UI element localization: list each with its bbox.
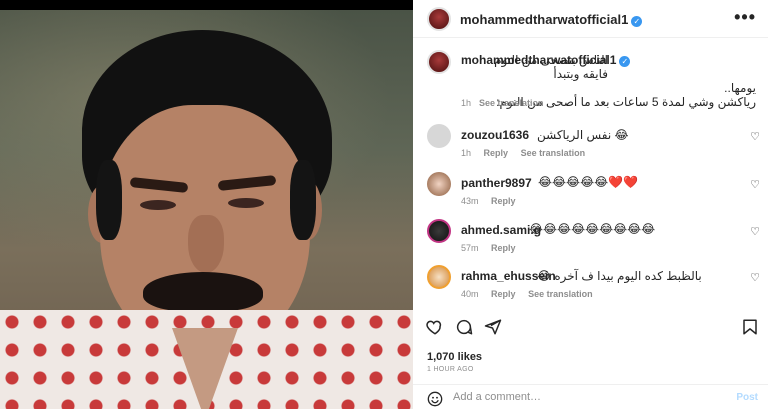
- share-icon[interactable]: [484, 318, 502, 336]
- action-bar: [413, 318, 768, 342]
- comment-heart-icon[interactable]: ♡: [750, 178, 760, 191]
- comment-item: ahmed.sami.g 😂😂😂😂😂😂😂😂😂 ♡ 57m Reply: [413, 219, 768, 265]
- comment-item: zouzou1636 نفس الرياكشن 😂 ♡ 1h Reply See…: [413, 124, 768, 170]
- comment-time: 1h: [461, 148, 472, 158]
- comment-icon[interactable]: [455, 318, 473, 336]
- post-button[interactable]: Post: [736, 392, 758, 403]
- comment-avatar[interactable]: [427, 172, 451, 196]
- photo-sideburn-left: [96, 160, 122, 240]
- post-media: [0, 0, 413, 409]
- photo-mustache: [143, 272, 263, 312]
- comment-username[interactable]: zouzou1636: [461, 128, 529, 142]
- comment-meta: 40m Reply See translation: [461, 289, 603, 299]
- photo-eye-right: [228, 198, 264, 208]
- caption-time: 1h: [461, 98, 472, 108]
- comment-meta: 1h Reply See translation: [461, 148, 595, 158]
- photo-eye-left: [140, 200, 176, 210]
- comment-heart-icon[interactable]: ♡: [750, 130, 760, 143]
- comment-input[interactable]: [453, 391, 713, 403]
- bookmark-icon[interactable]: [741, 318, 759, 336]
- photo-sideburn-right: [290, 160, 316, 240]
- post-side-panel: mohammedtharwatofficial1 ✓ ••• mohammedth…: [413, 0, 768, 409]
- likes-count[interactable]: 1,070 likes: [427, 351, 482, 363]
- photo-nose: [188, 215, 224, 273]
- see-translation-link[interactable]: See translation: [479, 98, 544, 108]
- add-comment-bar: Post: [413, 384, 768, 409]
- comment-text: بالظبط كده اليوم بيدا ف آخره 😂: [537, 269, 702, 283]
- verified-badge-icon: ✓: [631, 16, 643, 27]
- instagram-post-view: mohammedtharwatofficial1 ✓ ••• mohammedth…: [0, 0, 768, 409]
- comment-item: rahma_ehussein بالظبط كده اليوم بيدا ف آ…: [413, 265, 768, 311]
- reply-button[interactable]: Reply: [491, 243, 516, 253]
- comment-avatar[interactable]: [427, 265, 451, 289]
- header-username[interactable]: mohammedtharwatofficial1 ✓: [460, 12, 643, 27]
- smile-icon[interactable]: [427, 391, 443, 407]
- comment-heart-icon[interactable]: ♡: [750, 225, 760, 238]
- caption-line-1: الناس بتصحى من النوم فايقه وبتبدأ: [494, 53, 608, 81]
- see-translation-link[interactable]: See translation: [528, 289, 593, 299]
- reply-button[interactable]: Reply: [484, 148, 509, 158]
- post-header: mohammedtharwatofficial1 ✓ •••: [413, 0, 768, 38]
- comment-avatar[interactable]: [427, 124, 451, 148]
- caption-meta: 1h See translation: [461, 98, 544, 108]
- comment-text: 😂😂😂😂😂😂😂😂😂: [529, 222, 656, 236]
- post-time: 1 HOUR AGO: [427, 366, 474, 373]
- comment-meta: 43m Reply: [461, 196, 526, 206]
- see-translation-link[interactable]: See translation: [521, 148, 586, 158]
- heart-icon[interactable]: [426, 318, 444, 336]
- comment-text: نفس الرياكشن 😂: [537, 128, 629, 142]
- reply-button[interactable]: Reply: [491, 196, 516, 206]
- header-avatar[interactable]: [427, 7, 451, 31]
- post-photo[interactable]: [0, 10, 413, 409]
- comment-heart-icon[interactable]: ♡: [750, 271, 760, 284]
- header-username-text[interactable]: mohammedtharwatofficial1: [460, 12, 628, 27]
- comment-meta: 57m Reply: [461, 243, 526, 253]
- comment-text: 😂😂😂😂😂❤️❤️: [538, 175, 638, 189]
- caption-avatar[interactable]: [427, 50, 451, 74]
- caption-line-2: يومها..: [724, 81, 756, 95]
- comment-time: 40m: [461, 289, 479, 299]
- reply-button[interactable]: Reply: [491, 289, 516, 299]
- comment-avatar[interactable]: [427, 219, 451, 243]
- comment-username[interactable]: panther9897: [461, 176, 532, 190]
- comment-time: 57m: [461, 243, 479, 253]
- more-options-icon[interactable]: •••: [734, 7, 756, 28]
- comment-time: 43m: [461, 196, 479, 206]
- post-caption: mohammedtharwatofficial1 ✓ الناس بتصحى من…: [413, 46, 768, 116]
- comment-item: panther9897 😂😂😂😂😂❤️❤️ ♡ 43m Reply: [413, 172, 768, 218]
